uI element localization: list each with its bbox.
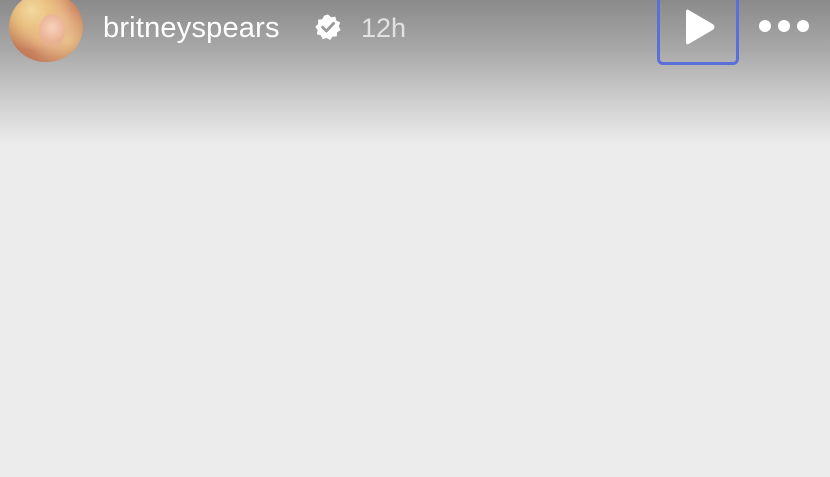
play-icon bbox=[686, 9, 715, 45]
username-link[interactable]: britneyspears bbox=[103, 11, 280, 45]
more-horizontal-icon bbox=[759, 20, 809, 32]
avatar-face bbox=[39, 14, 65, 48]
more-options-button[interactable] bbox=[756, 14, 812, 38]
play-button[interactable] bbox=[675, 6, 721, 48]
avatar[interactable] bbox=[9, 0, 83, 62]
story-header: britneyspears 12h bbox=[0, 0, 830, 65]
story-viewer[interactable]: britneyspears 12h bbox=[0, 0, 830, 477]
post-timestamp: 12h bbox=[361, 13, 407, 43]
verified-badge-icon bbox=[315, 14, 341, 40]
